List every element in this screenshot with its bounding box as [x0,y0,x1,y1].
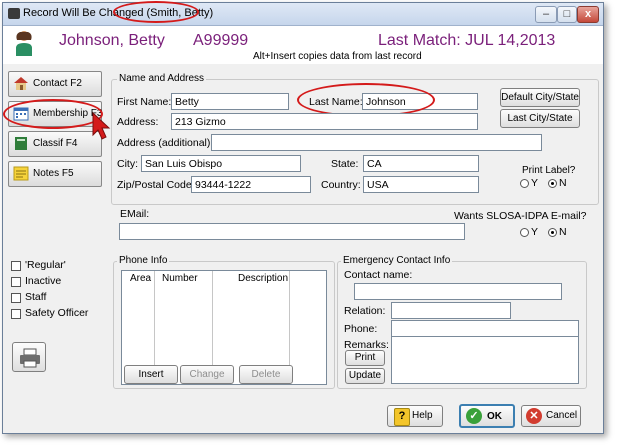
title-bar: Record Will Be Changed (Smith, Betty) – … [3,3,603,26]
relation-label: Relation: [344,305,386,317]
address-input[interactable] [171,113,478,130]
last-match: Last Match: JUL 14,2013 [378,32,556,49]
print-label-question: Print Label? [522,165,576,176]
state-label: State: [331,158,359,170]
house-icon [14,77,28,90]
country-label: Country: [321,179,361,191]
calendar-icon [13,107,29,121]
remarks-print-button[interactable]: Print [345,350,385,366]
emergency-label: Emergency Contact Info [341,255,453,266]
first-name-input[interactable] [171,93,289,110]
copy-hint: Alt+Insert copies data from last record [253,51,422,62]
wants-email-no-radio[interactable] [548,228,557,237]
record-header: Johnson, Betty A99999 Last Match: JUL 14… [3,26,603,64]
first-name-label: First Name: [117,96,172,108]
remarks-textarea[interactable] [391,336,579,384]
minimize-button[interactable]: – [535,6,557,23]
help-icon: ? [394,408,410,426]
contact-button[interactable]: Contact F2 [8,71,102,97]
country-input[interactable] [363,176,479,193]
phone-col-area: Area [130,273,152,284]
maximize-button[interactable]: □ [557,6,577,23]
member-name: Johnson, Betty [59,32,165,49]
staff-label: Staff [25,291,47,303]
city-input[interactable] [141,155,301,172]
sticky-note-icon [13,166,29,181]
record-window: Record Will Be Changed (Smith, Betty) – … [2,1,604,434]
print-button[interactable] [12,342,46,372]
ec-phone-label: Phone: [344,323,378,335]
member-id: A99999 [193,32,249,49]
close-button[interactable]: x [577,6,599,23]
cursor-arrow-icon [92,111,111,140]
inactive-label: Inactive [25,275,62,287]
address-label: Address: [117,116,159,128]
zip-label: Zip/Postal Code: [117,179,195,191]
wants-email-yes-text: Y [531,226,539,238]
email-input[interactable] [119,223,465,240]
city-label: City: [117,158,138,170]
last-name-label: Last Name: [309,96,363,108]
regular-label: 'Regular' [25,259,66,271]
cancel-button[interactable]: ✕ Cancel [521,405,581,427]
print-label-no-radio[interactable] [548,179,557,188]
address2-input[interactable] [211,134,542,151]
wants-email-no-text: N [559,226,567,238]
notes-button[interactable]: Notes F5 [8,161,102,187]
phone-insert-button[interactable]: Insert [124,365,178,384]
print-label-yes-radio[interactable] [520,179,529,188]
phone-change-button[interactable]: Change [180,365,234,384]
contact-name-label: Contact name: [344,269,413,281]
ec-phone-input[interactable] [391,320,579,337]
person-icon [16,31,32,56]
check-icon: ✓ [466,408,482,424]
cancel-icon: ✕ [526,408,542,424]
window-title: Record Will Be Changed (Smith, Betty) [23,7,214,19]
app-icon [8,8,20,19]
title-record-name: (Smith, Betty) [146,7,214,19]
regular-checkbox[interactable] [11,261,21,271]
last-name-input[interactable] [362,93,478,110]
default-city-button[interactable]: Default City/State [500,88,580,107]
help-button[interactable]: ? Help [387,405,443,427]
last-city-button[interactable]: Last City/State [500,109,580,128]
relation-input[interactable] [391,302,511,319]
ok-button[interactable]: ✓ OK [459,404,515,428]
zip-input[interactable] [191,176,311,193]
wants-email-yes-radio[interactable] [520,228,529,237]
wants-email-label: Wants SLOSA-IDPA E-mail? [454,210,587,222]
contact-name-input[interactable] [354,283,562,300]
inactive-checkbox[interactable] [11,277,21,287]
email-label: EMail: [120,208,150,220]
printer-icon [20,348,40,368]
print-label-yes-text: Y [531,177,539,189]
phone-delete-button[interactable]: Delete [239,365,293,384]
safety-officer-checkbox[interactable] [11,309,21,319]
phone-info-label: Phone Info [117,255,170,266]
book-icon [15,137,27,150]
name-address-label: Name and Address [117,73,207,84]
staff-checkbox[interactable] [11,293,21,303]
address2-label: Address (additional): [117,137,214,149]
phone-col-description: Description [238,273,289,284]
state-input[interactable] [363,155,479,172]
safety-officer-label: Safety Officer [25,307,89,319]
phone-col-number: Number [162,273,198,284]
print-label-no-text: N [559,177,567,189]
remarks-update-button[interactable]: Update [345,368,385,384]
